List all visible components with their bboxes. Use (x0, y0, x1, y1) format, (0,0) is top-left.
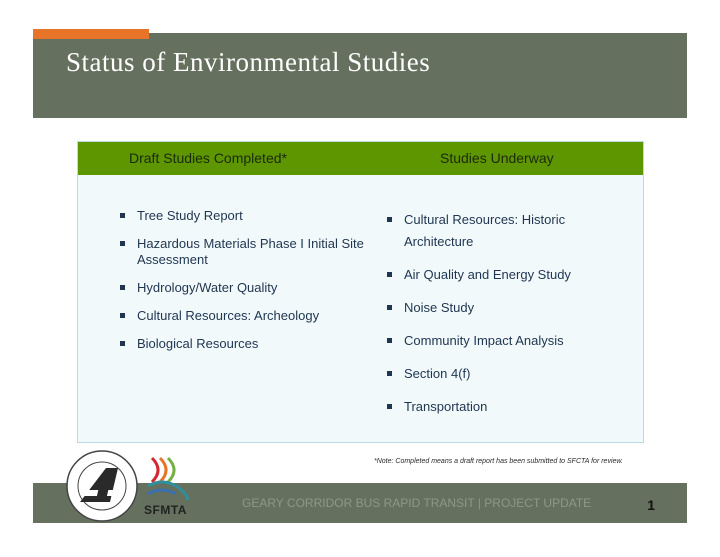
list-item: Cultural Resources: Archeology (120, 308, 365, 324)
slide-title: Status of Environmental Studies (66, 47, 431, 77)
list-item: Transportation (387, 396, 617, 418)
list-item: Biological Resources (120, 336, 365, 352)
studies-panel-header: Draft Studies Completed* Studies Underwa… (78, 142, 643, 175)
square-bullet-icon (387, 217, 392, 222)
square-bullet-icon (387, 272, 392, 277)
list-item: Section 4(f) (387, 363, 617, 385)
list-item: Cultural Resources: Historic Architectur… (387, 209, 617, 253)
footer-project-title: GEARY CORRIDOR BUS RAPID TRANSIT | PROJE… (242, 496, 592, 510)
completed-column-header: Draft Studies Completed* (129, 150, 287, 166)
sfcta-logo-icon (66, 450, 138, 522)
accent-bar (33, 29, 149, 39)
square-bullet-icon (387, 338, 392, 343)
square-bullet-icon (387, 305, 392, 310)
square-bullet-icon (387, 371, 392, 376)
page-number: 1 (647, 497, 655, 513)
list-item: Tree Study Report (120, 208, 365, 224)
underway-column-header: Studies Underway (440, 150, 554, 166)
square-bullet-icon (387, 404, 392, 409)
list-item: Air Quality and Energy Study (387, 264, 617, 286)
square-bullet-icon (120, 213, 125, 218)
completed-studies-list: Tree Study Report Hazardous Materials Ph… (120, 208, 365, 364)
list-item: Community Impact Analysis (387, 330, 617, 352)
square-bullet-icon (120, 313, 125, 318)
underway-studies-list: Cultural Resources: Historic Architectur… (387, 209, 617, 429)
list-item: Noise Study (387, 297, 617, 319)
sfmta-logo-text: SFMTA (144, 503, 187, 517)
list-item: Hazardous Materials Phase I Initial Site… (120, 236, 365, 268)
list-item: Hydrology/Water Quality (120, 280, 365, 296)
square-bullet-icon (120, 285, 125, 290)
square-bullet-icon (120, 341, 125, 346)
studies-panel: Draft Studies Completed* Studies Underwa… (77, 141, 644, 443)
square-bullet-icon (120, 241, 125, 246)
completion-note: *Note: Completed means a draft report ha… (374, 458, 624, 465)
